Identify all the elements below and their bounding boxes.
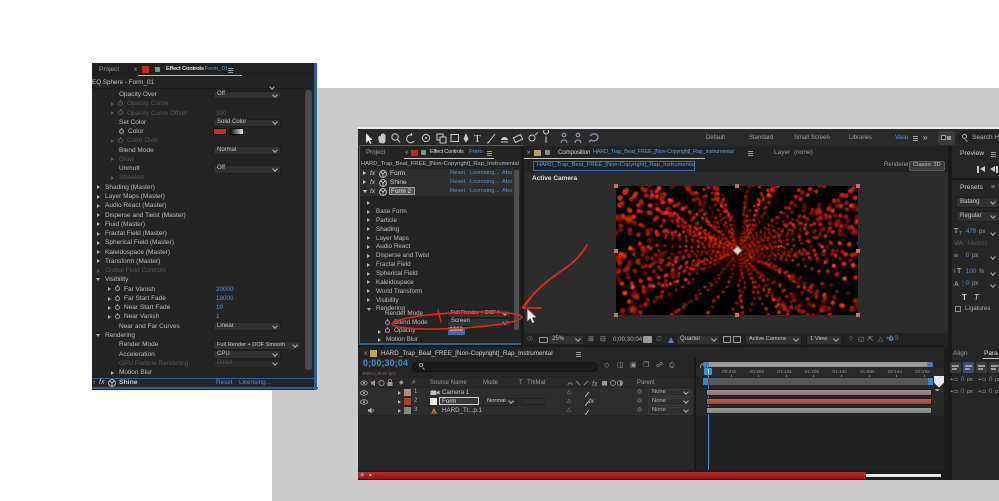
svg-text:fx: fx (592, 381, 598, 387)
svg-text:T: T (474, 133, 481, 145)
